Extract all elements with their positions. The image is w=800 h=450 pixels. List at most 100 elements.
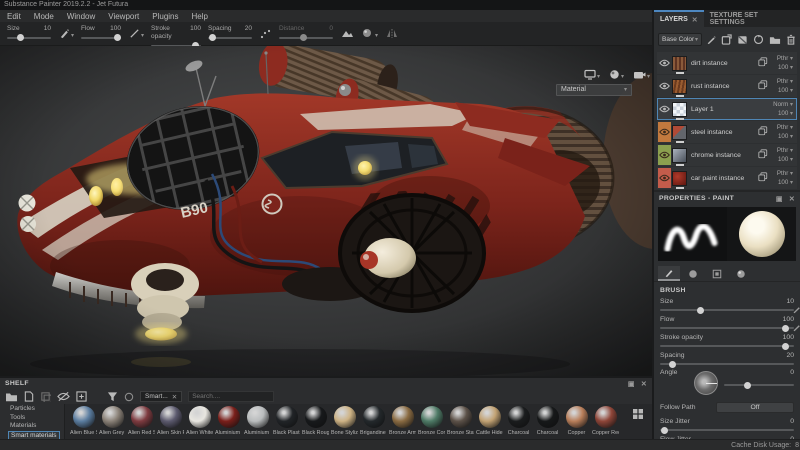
panel-float-icon[interactable]: ▣ [776,195,783,203]
grid-view-icon[interactable] [632,408,644,420]
tab-texture-set-settings[interactable]: TEXTURE SET SETTINGS [704,10,800,27]
filter-icon[interactable] [107,391,118,402]
shelf-float-icon[interactable]: ▣ [628,380,635,388]
layer-blend-opacity[interactable]: Pthr ▾100 ▾ [770,169,796,187]
brush-preset-icon[interactable]: ▾ [59,28,74,39]
material-item[interactable]: Black Plastic [273,406,300,436]
shelf-category-tools[interactable]: Tools [8,414,60,423]
delete-layer-icon[interactable] [786,34,796,45]
material-item[interactable]: Bronze Con... [418,406,445,436]
layer-row[interactable]: Layer 1 Norm ▾100 ▾ [657,98,797,120]
menu-viewport[interactable]: Viewport [108,12,139,21]
material-item[interactable]: Charcoal [534,406,561,436]
material-item[interactable]: Alien Grey S... [99,406,126,436]
shelf-folder-icon[interactable] [5,391,18,402]
add-layer-icon[interactable] [721,34,732,45]
layer-row[interactable]: chrome instancePthr ▾100 ▾ [657,144,797,166]
size-slider[interactable]: Size10 [654,295,800,311]
stroke-opacity-slider[interactable]: Stroke opacity100 [654,331,800,347]
add-effect-icon[interactable] [706,35,716,45]
tab-alpha-icon[interactable] [682,266,704,281]
layer-name[interactable]: steel instance [691,129,758,136]
filter-chip-close-icon[interactable]: ✕ [172,393,177,401]
material-item[interactable]: Alien White ... [186,406,213,436]
follow-path-toggle[interactable]: Off [716,402,794,413]
layer-visibility-icon[interactable] [658,99,671,119]
tab-stencil-icon[interactable] [706,266,728,281]
layer-blend-opacity[interactable]: Pthr ▾100 ▾ [770,77,796,95]
angle-slider[interactable] [724,380,794,386]
layer-row[interactable]: steel instance Pthr ▾100 ▾ [657,121,797,143]
layer-visibility-icon[interactable] [658,168,671,188]
panel-close-icon[interactable]: ✕ [789,195,795,203]
symmetry-icon[interactable] [386,28,398,39]
layer-visibility-icon[interactable] [658,76,671,96]
material-item[interactable]: Black Roug... [302,406,329,436]
layer-name[interactable]: Layer 1 [691,106,758,113]
material-item[interactable]: Brigandine ... [360,406,387,436]
material-item[interactable]: Alien Red S... [128,406,155,436]
material-item[interactable]: Alien Blue S... [70,406,97,436]
shelf-new-resource-icon[interactable] [24,391,34,402]
menu-plugins[interactable]: Plugins [152,12,178,21]
material-item[interactable]: Copper Red... [592,406,619,436]
layer-thumbnail[interactable] [672,79,687,94]
shelf-hide-icon[interactable] [57,391,70,402]
material-item[interactable]: Charcoal [505,406,532,436]
material-item[interactable]: Cattle Hide ... [476,406,503,436]
material-item[interactable]: Aluminium ... [244,406,271,436]
tab-material-icon[interactable] [730,266,752,281]
filter-chip[interactable]: Smart... ✕ [140,391,182,402]
layer-name[interactable]: dirt instance [691,60,758,67]
layer-blend-opacity[interactable]: Norm ▾100 ▾ [770,100,796,118]
projection-icon[interactable] [341,28,354,39]
layer-visibility-icon[interactable] [658,145,671,165]
spacing-slider[interactable]: Spacing20 [654,349,800,365]
angle-control[interactable]: Angle 0 [654,367,800,397]
flow-slider[interactable]: Flow100 [654,313,800,329]
stroke-opacity-slider[interactable]: Stroke opacity100 [151,25,201,43]
layer-thumbnail[interactable] [672,171,687,186]
add-smart-material-icon[interactable] [753,34,764,45]
material-item[interactable]: Bronze Stat... [447,406,474,436]
shelf-search-input[interactable] [188,391,274,402]
spacing-slider[interactable]: Spacing20 [208,25,252,43]
lazy-mouse-icon[interactable] [260,28,272,40]
shelf-category-particles[interactable]: Particles [8,405,60,414]
shader-sphere-icon[interactable]: ▾ [609,69,624,80]
channel-select[interactable]: Base Color ▾ [658,33,702,46]
menu-edit[interactable]: Edit [7,12,21,21]
layer-blend-opacity[interactable]: Pthr ▾100 ▾ [770,123,796,141]
layer-row[interactable]: rust instancePthr ▾100 ▾ [657,75,797,97]
display-settings-icon[interactable]: ▾ [584,69,600,80]
layer-name[interactable]: car paint instance [691,175,758,182]
menu-help[interactable]: Help [192,12,208,21]
shading-mode-dropdown[interactable]: Material ▾ [556,84,632,96]
camera-icon[interactable]: ▾ [633,69,650,80]
material-item[interactable]: Alien Skin F... [157,406,184,436]
menu-window[interactable]: Window [67,12,95,21]
layer-thumbnail[interactable] [672,102,687,117]
shelf-category-materials[interactable]: Materials [8,422,60,431]
size-slider[interactable]: Size10 [7,25,51,43]
material-item[interactable]: Aluminium ... [215,406,242,436]
size-jitter-slider[interactable]: Size Jitter0 [654,415,800,431]
color-filter-icon[interactable] [124,392,134,402]
shelf-expand-icon[interactable] [76,391,87,402]
material-item[interactable]: Bone Stylized [331,406,358,436]
add-folder-icon[interactable] [769,34,781,45]
flow-slider[interactable]: Flow100 [81,25,121,43]
layer-visibility-icon[interactable] [658,122,671,142]
material-item[interactable]: Copper [563,406,590,436]
stroke-type-icon[interactable]: ▾ [129,28,144,39]
tab-close-icon[interactable]: ✕ [692,16,698,24]
viewport-3d[interactable]: B90 [0,46,652,376]
shelf-close-icon[interactable]: ✕ [641,380,647,388]
tab-brush-icon[interactable] [658,266,680,281]
material-item[interactable]: Bronze Arm... [389,406,416,436]
layer-visibility-icon[interactable] [658,53,671,73]
layer-blend-opacity[interactable]: Pthr ▾100 ▾ [770,54,796,72]
material-mode-icon[interactable]: ▾ [362,28,378,39]
menu-mode[interactable]: Mode [34,12,54,21]
layer-row[interactable]: car paint instance Pthr ▾100 ▾ [657,167,797,189]
